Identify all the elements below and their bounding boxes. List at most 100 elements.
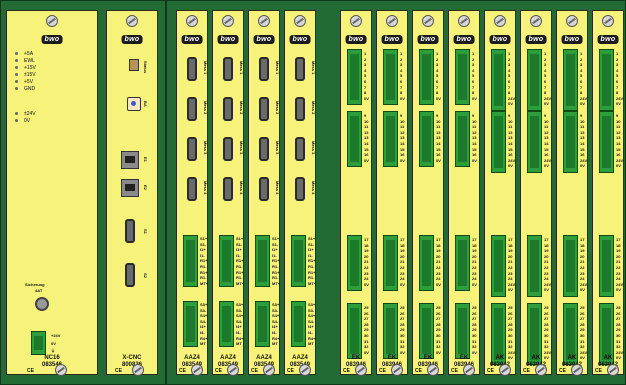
terminal-label: MT+ bbox=[236, 280, 245, 286]
terminal-label: 23 bbox=[364, 270, 369, 276]
led-icon bbox=[15, 52, 18, 55]
module-nc16[interactable]: bwo +5A EWL +15V ±15V +5V GND ±24V 0V Sicherung… bbox=[6, 10, 98, 376]
terminal-label: 14 bbox=[472, 141, 477, 146]
module-title: EK bbox=[387, 355, 397, 361]
terminal-label: 1 bbox=[436, 51, 439, 56]
terminal-block[interactable] bbox=[491, 235, 506, 297]
ba-selector[interactable] bbox=[127, 97, 141, 111]
terminal-block[interactable] bbox=[455, 111, 470, 168]
terminal-label: S1- bbox=[308, 241, 315, 247]
module-ak_1[interactable]: bwo 1 2 3 4 5 6 7 8 24V 0V 9 10 11 12 13 14 15 16 24V 0V 17 18… bbox=[484, 10, 516, 376]
led-icon bbox=[15, 66, 18, 69]
terminal-label: I4+ bbox=[200, 324, 206, 330]
ce-mark: CE bbox=[179, 368, 186, 374]
module-aaz4_1[interactable]: bwo Mess 1 Mess 2 Mess 3 Mess 4 S1+ S1- I1+ I1- R… bbox=[176, 10, 208, 376]
power-terminal[interactable] bbox=[31, 331, 46, 355]
terminal-label: 24 bbox=[616, 276, 621, 282]
terminal-block[interactable] bbox=[563, 49, 578, 111]
module-xcnc[interactable]: bwo Status BA E1 E2 S1 S2 X-CNC 800836 C… bbox=[106, 10, 158, 376]
terminal-label: I1- bbox=[272, 252, 277, 258]
measure-port[interactable] bbox=[259, 137, 269, 161]
terminal-block[interactable] bbox=[527, 235, 542, 297]
measure-port[interactable] bbox=[187, 57, 197, 81]
measure-port-label: Mess 2 bbox=[239, 101, 244, 115]
terminal-label: 22 bbox=[616, 265, 621, 270]
measure-port[interactable] bbox=[295, 57, 305, 81]
measure-port[interactable] bbox=[295, 97, 305, 121]
measure-port[interactable] bbox=[259, 97, 269, 121]
terminal-block[interactable] bbox=[455, 235, 470, 292]
measure-port[interactable] bbox=[259, 177, 269, 201]
terminal-label: 19 bbox=[508, 248, 513, 254]
terminal-block[interactable] bbox=[347, 303, 362, 360]
screw-icon bbox=[494, 15, 506, 27]
terminal-label: 31 bbox=[400, 338, 405, 344]
measure-port[interactable] bbox=[187, 97, 197, 121]
fuse-holder[interactable] bbox=[35, 297, 49, 311]
terminal-block[interactable] bbox=[383, 111, 398, 168]
terminal-label: MT+ bbox=[308, 280, 317, 286]
terminal-block[interactable] bbox=[527, 111, 542, 173]
terminal-block[interactable] bbox=[255, 235, 270, 287]
terminal-block[interactable] bbox=[219, 235, 234, 287]
terminal-block[interactable] bbox=[599, 111, 614, 173]
terminal-block[interactable] bbox=[491, 49, 506, 111]
measure-port[interactable] bbox=[187, 137, 197, 161]
measure-port-label: Mess 3 bbox=[311, 141, 316, 155]
measure-port[interactable] bbox=[223, 57, 233, 81]
terminal-block[interactable] bbox=[383, 235, 398, 292]
screw-icon bbox=[258, 15, 270, 27]
terminal-label: 31 bbox=[508, 338, 513, 344]
terminal-label: 9 bbox=[616, 113, 619, 118]
measure-port[interactable] bbox=[295, 137, 305, 161]
terminal-block[interactable] bbox=[599, 49, 614, 111]
module-ek_1[interactable]: bwo 1 2 3 4 5 6 7 8 0V 9 10 11 12 13 14 15 16 0V 17 18 19 20 21… bbox=[340, 10, 372, 376]
module-ek_2[interactable]: bwo 1 2 3 4 5 6 7 8 0V 9 10 11 12 13 14 15 16 0V 17 18 19 20 21… bbox=[376, 10, 408, 376]
terminal-block[interactable] bbox=[291, 301, 306, 347]
terminal-block[interactable] bbox=[291, 235, 306, 287]
terminal-label: 13 bbox=[580, 135, 585, 141]
terminal-block[interactable] bbox=[419, 49, 434, 106]
terminal-block[interactable] bbox=[419, 235, 434, 292]
terminal-block[interactable] bbox=[455, 303, 470, 360]
module-ak_2[interactable]: bwo 1 2 3 4 5 6 7 8 24V 0V 9 10 11 12 13 14 15 16 24V 0V 17 18… bbox=[520, 10, 552, 376]
terminal-block[interactable] bbox=[563, 235, 578, 297]
module-aaz4_3[interactable]: bwo Mess 1 Mess 2 Mess 3 Mess 4 S1+ S1- I1+ I1- R… bbox=[248, 10, 280, 376]
terminal-block[interactable] bbox=[419, 303, 434, 360]
terminal-block[interactable] bbox=[347, 235, 362, 292]
terminal-block[interactable] bbox=[599, 235, 614, 297]
measure-port[interactable] bbox=[223, 137, 233, 161]
terminal-block[interactable] bbox=[527, 49, 542, 111]
terminal-block[interactable] bbox=[219, 301, 234, 347]
measure-port[interactable] bbox=[223, 177, 233, 201]
terminal-block[interactable] bbox=[347, 49, 362, 106]
terminal-block[interactable] bbox=[183, 301, 198, 347]
terminal-block[interactable] bbox=[563, 111, 578, 173]
terminal-label: 9 bbox=[508, 113, 511, 118]
ethernet-port-e1[interactable] bbox=[121, 151, 139, 169]
module-aaz4_2[interactable]: bwo Mess 1 Mess 2 Mess 3 Mess 4 S1+ S1- I1+ I1- R… bbox=[212, 10, 245, 376]
terminal-block[interactable] bbox=[347, 111, 362, 168]
measure-port[interactable] bbox=[259, 57, 269, 81]
serial-port-s2[interactable] bbox=[125, 263, 135, 287]
module-ak_3[interactable]: bwo 1 2 3 4 5 6 7 8 24V 0V 9 10 11 12 13 14 15 16 24V 0V 17 18… bbox=[556, 10, 588, 376]
module-ak_4[interactable]: bwo 1 2 3 4 5 6 7 8 24V 0V 9 10 11 12 13 14 15 16 24V 0V 17 18… bbox=[592, 10, 624, 376]
measure-port[interactable] bbox=[223, 97, 233, 121]
module-ek_3[interactable]: bwo 1 2 3 4 5 6 7 8 0V 9 10 11 12 13 14 15 16 0V 17 18 19 20 21… bbox=[412, 10, 444, 376]
module-ek_4[interactable]: bwo 1 2 3 4 5 6 7 8 0V 9 10 11 12 13 14 15 16 0V 17 18 19 20 21… bbox=[448, 10, 480, 376]
terminal-block[interactable] bbox=[491, 111, 506, 173]
terminal-block[interactable] bbox=[419, 111, 434, 168]
module-aaz4_4[interactable]: bwo Mess 1 Mess 2 Mess 3 Mess 4 S1+ S1- I1+ I1- R… bbox=[284, 10, 317, 376]
terminal-block[interactable] bbox=[455, 49, 470, 106]
measure-port[interactable] bbox=[295, 177, 305, 201]
terminal-label: 19 bbox=[400, 248, 405, 254]
measure-port[interactable] bbox=[187, 177, 197, 201]
terminal-label: R4+ bbox=[308, 335, 316, 341]
terminal-block[interactable] bbox=[383, 49, 398, 106]
terminal-block[interactable] bbox=[255, 301, 270, 347]
terminal-block[interactable] bbox=[383, 303, 398, 360]
screw-icon bbox=[132, 364, 144, 376]
terminal-block[interactable] bbox=[183, 235, 198, 287]
ethernet-port-e2[interactable] bbox=[121, 179, 139, 197]
serial-port-s1[interactable] bbox=[125, 219, 135, 243]
